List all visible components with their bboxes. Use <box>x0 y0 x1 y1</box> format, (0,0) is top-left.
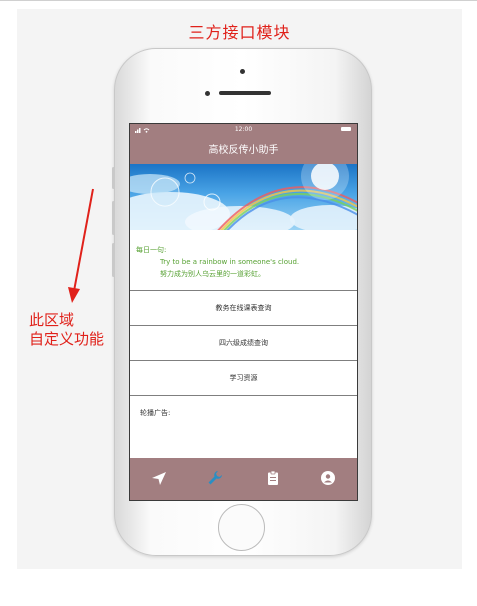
battery-icon <box>341 127 351 131</box>
quote-label: 每日一句: <box>136 246 167 254</box>
annotation-line-1: 此区域 <box>29 311 75 329</box>
front-camera <box>205 91 210 96</box>
banner-image <box>130 164 357 230</box>
tab-records[interactable] <box>265 470 283 488</box>
home-button <box>218 504 265 551</box>
quote-english: Try to be a rainbow in someone's cloud. <box>160 258 300 266</box>
quote-chinese: 努力成为别人乌云里的一道彩虹。 <box>160 270 265 278</box>
wrench-icon <box>208 471 222 485</box>
status-time: 12:00 <box>234 126 253 133</box>
mute-switch <box>112 167 115 189</box>
carousel-ad-label: 轮播广告: <box>140 409 171 417</box>
annotation-line-2: 自定义功能 <box>29 330 105 348</box>
paper-plane-icon <box>152 472 166 485</box>
slide-title: 三方接口模块 <box>188 23 291 42</box>
tab-send[interactable] <box>151 470 169 488</box>
bottom-tab-bar <box>130 458 357 500</box>
tab-profile[interactable] <box>320 470 338 488</box>
function-menu: 教务在线课表查询 四六级成绩查询 学习资源 <box>130 290 357 396</box>
top-divider <box>0 0 477 1</box>
clipboard-icon <box>268 470 278 485</box>
camera-dot <box>240 69 245 74</box>
menu-item-cet-score-query[interactable]: 四六级成绩查询 <box>130 325 357 360</box>
phone-screen: 12:00 高校反传小助手 每日一句: Try to be a rainbow … <box>129 123 358 501</box>
slide-canvas: 三方接口模块 此区域 自定义功能 12:00 高校反传小助手 每日一句: Try… <box>17 9 462 569</box>
menu-item-timetable-query[interactable]: 教务在线课表查询 <box>130 290 357 325</box>
volume-down-button <box>112 243 115 277</box>
phone-mockup: 12:00 高校反传小助手 每日一句: Try to be a rainbow … <box>112 48 372 556</box>
app-header: 12:00 高校反传小助手 <box>130 124 357 164</box>
user-icon <box>321 471 335 485</box>
earpiece-speaker <box>219 91 271 95</box>
daily-quote: 每日一句: Try to be a rainbow in someone's c… <box>136 244 351 280</box>
status-bar: 12:00 <box>130 124 357 135</box>
rainbow-sky-illustration <box>130 164 357 230</box>
annotation-arrow-icon <box>68 188 94 303</box>
menu-item-learning-resources[interactable]: 学习资源 <box>130 360 357 396</box>
volume-up-button <box>112 201 115 235</box>
app-title: 高校反传小助手 <box>208 145 279 156</box>
tab-tools[interactable] <box>207 470 225 488</box>
annotation-text: 此区域 自定义功能 <box>29 311 104 349</box>
